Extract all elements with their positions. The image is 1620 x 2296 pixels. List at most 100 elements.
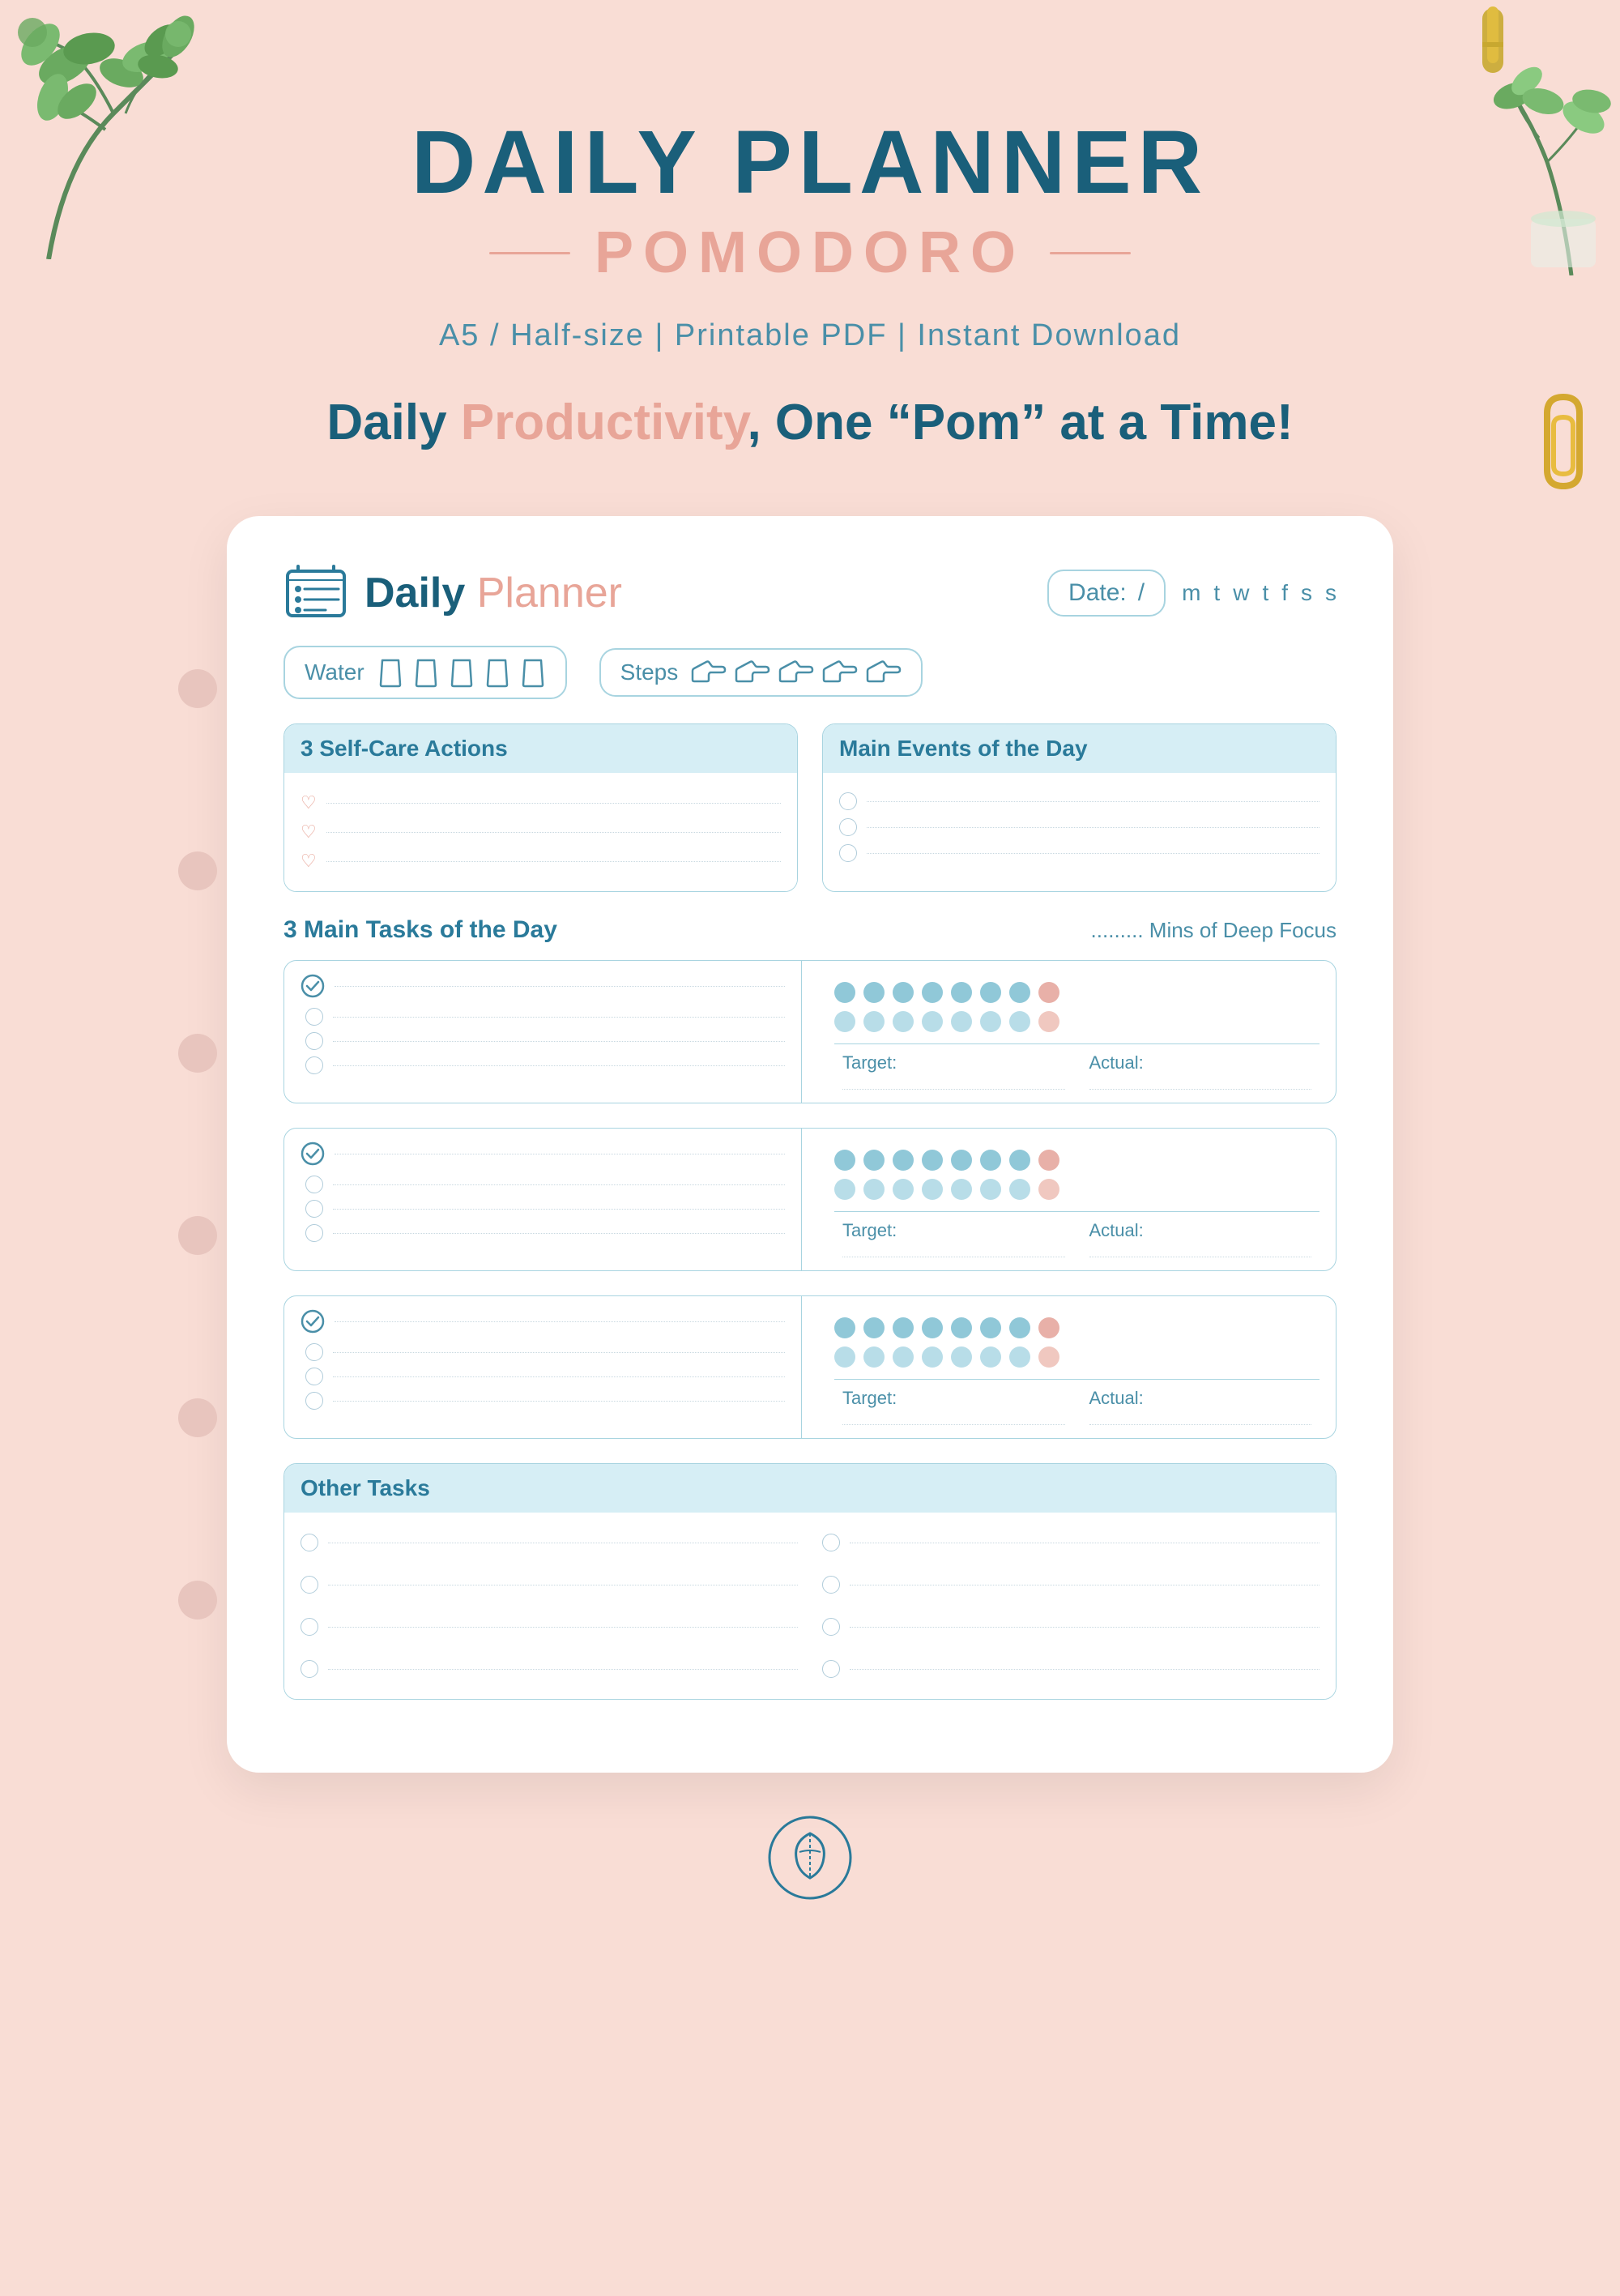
step-icon-4	[822, 660, 858, 685]
water-cups	[377, 657, 546, 688]
dash-left	[489, 252, 570, 254]
day-f: f	[1281, 580, 1288, 606]
target-label-3: Target:	[842, 1388, 1065, 1409]
task-1-main-line	[335, 986, 785, 987]
actual-col-3: Actual:	[1081, 1388, 1320, 1425]
self-care-box: 3 Self-Care Actions ♡ ♡ ♡	[284, 723, 798, 892]
task-1-left	[284, 961, 802, 1103]
task-3-dots-row-1	[834, 1317, 1319, 1338]
event-line-2	[839, 818, 1319, 836]
planner-logo: Daily Planner	[284, 565, 622, 621]
other-task-right-1	[822, 1534, 1319, 1551]
self-care-line-2: ♡	[301, 822, 781, 843]
event-dotted-2	[867, 827, 1319, 828]
target-label-2: Target:	[842, 1220, 1065, 1241]
steps-label: Steps	[620, 659, 679, 685]
task-1-dots-row-1	[834, 982, 1319, 1003]
steps-icons	[691, 660, 902, 685]
check-icon-2	[301, 1142, 325, 1166]
step-icon-5	[866, 660, 902, 685]
self-care-line-1: ♡	[301, 792, 781, 813]
task-1-right: Target: Actual:	[818, 961, 1336, 1103]
dot-2-6	[980, 1011, 1001, 1032]
other-task-circle-4	[301, 1660, 318, 1678]
task-2-main	[301, 1142, 785, 1166]
target-col-1: Target:	[834, 1052, 1073, 1090]
water-cup-1	[377, 657, 403, 688]
task-3-target-actual: Target: Actual:	[834, 1379, 1319, 1425]
date-area: Date: / m t w t f s s	[1047, 570, 1336, 617]
planner-logo-icon	[284, 565, 348, 621]
water-cup-3	[449, 657, 475, 688]
dot-1-6	[980, 982, 1001, 1003]
side-dots	[178, 516, 217, 1773]
event-dotted-1	[867, 801, 1319, 802]
actual-col-1: Actual:	[1081, 1052, 1320, 1090]
actual-line-1	[1089, 1078, 1312, 1090]
footer-logo	[765, 1813, 855, 1902]
self-care-header: 3 Self-Care Actions	[284, 724, 797, 773]
page-content: DAILY PLANNER POMODORO A5 / Half-size | …	[0, 0, 1620, 2296]
dot-2-5	[951, 1011, 972, 1032]
other-task-circle-3	[301, 1618, 318, 1636]
task-block-1: Target: Actual:	[284, 960, 1336, 1103]
tagline-part3: , One “Pom” at a Time!	[747, 395, 1293, 450]
subtitle: A5 / Half-size | Printable PDF | Instant…	[326, 318, 1293, 353]
event-line-3	[839, 844, 1319, 862]
footer-brand-icon	[765, 1813, 855, 1902]
target-col-3: Target:	[834, 1388, 1073, 1425]
tagline: Daily Productivity, One “Pom” at a Time!	[326, 394, 1293, 451]
task-block-3: Target: Actual:	[284, 1295, 1336, 1439]
side-dot-2	[178, 851, 217, 890]
task-1-sub-1	[301, 1008, 785, 1026]
other-task-4	[301, 1660, 798, 1678]
task-3-sub-circle-1	[305, 1343, 323, 1361]
dot-2-7	[1009, 1011, 1030, 1032]
main-tasks-title: 3 Main Tasks of the Day	[284, 916, 557, 944]
actual-col-2: Actual:	[1081, 1220, 1320, 1257]
day-w: w	[1233, 580, 1249, 606]
steps-section: Steps	[599, 648, 923, 697]
actual-label-3: Actual:	[1089, 1388, 1312, 1409]
other-task-1	[301, 1534, 798, 1551]
self-care-events-section: 3 Self-Care Actions ♡ ♡ ♡	[284, 723, 1336, 892]
task-1-sub-3	[301, 1056, 785, 1074]
other-task-right-4	[822, 1660, 1319, 1678]
other-task-circle-r3	[822, 1618, 840, 1636]
water-cup-5	[520, 657, 546, 688]
other-task-3	[301, 1618, 798, 1636]
heart-icon-1: ♡	[301, 792, 317, 813]
task-1-sub-circle-1	[305, 1008, 323, 1026]
task-2-sub-circle-3	[305, 1224, 323, 1242]
task-1-main	[301, 974, 785, 998]
other-task-right-3	[822, 1618, 1319, 1636]
main-events-header: Main Events of the Day	[823, 724, 1336, 773]
task-2-sub-1	[301, 1176, 785, 1193]
water-cup-2	[413, 657, 439, 688]
task-3-main-line	[335, 1321, 785, 1322]
water-section: Water	[284, 646, 567, 699]
main-events-body	[823, 773, 1336, 881]
actual-label-2: Actual:	[1089, 1220, 1312, 1241]
main-tasks-header-row: 3 Main Tasks of the Day ......... Mins o…	[284, 916, 1336, 944]
side-dot-1	[178, 669, 217, 708]
task-2-dots-row-2	[834, 1179, 1319, 1200]
step-icon-1	[691, 660, 727, 685]
target-line-1	[842, 1078, 1065, 1090]
check-icon-1	[301, 974, 325, 998]
other-task-circle-2	[301, 1576, 318, 1594]
task-1-sub-circle-2	[305, 1032, 323, 1050]
pomodoro-title: POMODORO	[595, 220, 1025, 286]
step-icon-3	[778, 660, 814, 685]
other-task-circle-r2	[822, 1576, 840, 1594]
header-section: DAILY PLANNER POMODORO A5 / Half-size | …	[326, 113, 1293, 451]
dot-2-4	[922, 1011, 943, 1032]
event-line-1	[839, 792, 1319, 810]
dot-1-2	[863, 982, 885, 1003]
dot-2-2	[863, 1011, 885, 1032]
daily-word: Daily	[364, 570, 465, 617]
task-3-sub-3	[301, 1392, 785, 1410]
task-3-left	[284, 1296, 802, 1438]
other-tasks-header: Other Tasks	[284, 1464, 1336, 1513]
heart-icon-3: ♡	[301, 851, 317, 872]
